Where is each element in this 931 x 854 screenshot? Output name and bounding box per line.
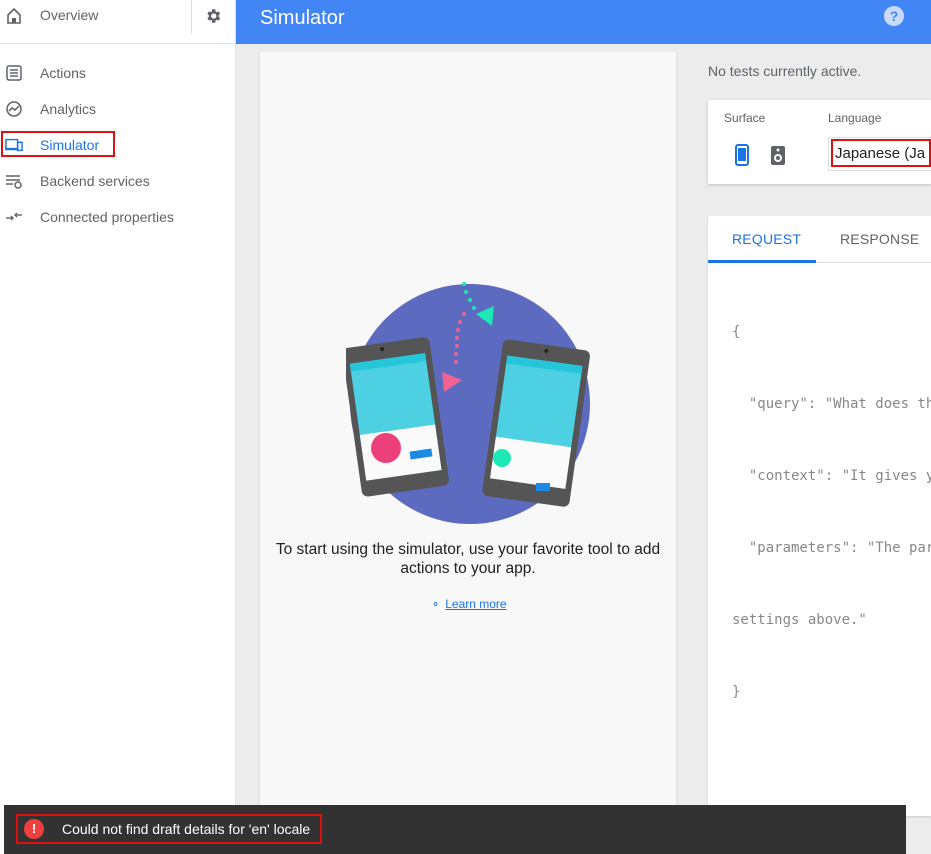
code-line: "parameters": "The par — [732, 540, 931, 556]
learn-more-label[interactable]: Learn more — [445, 597, 506, 611]
sidebar-item-analytics[interactable]: Analytics — [0, 96, 236, 122]
lightbulb-icon: ⚬ — [431, 599, 441, 611]
sidebar: Overview Actions Analytics Simulator Bac… — [0, 0, 236, 854]
connect-arrows-icon — [6, 212, 22, 221]
sidebar-item-connected-properties[interactable]: Connected properties — [0, 204, 236, 230]
request-code-block: { "query": "What does th "context": "It … — [732, 272, 931, 752]
test-status-text: No tests currently active. — [708, 63, 862, 79]
analytics-icon — [6, 101, 22, 117]
active-tab-indicator — [708, 260, 816, 263]
sidebar-item-label: Actions — [40, 65, 86, 81]
sidebar-item-overview[interactable]: Overview — [40, 7, 98, 23]
top-bar: Simulator ? — [236, 0, 931, 44]
sidebar-item-label: Analytics — [40, 101, 97, 117]
request-response-panel: REQUEST RESPONSE { "query": "What does t… — [708, 216, 931, 816]
settings-list-icon — [6, 175, 22, 189]
empty-state-message: To start using the simulator, use your f… — [275, 541, 661, 577]
sidebar-item-label: Backend services — [40, 173, 150, 189]
divider — [191, 0, 192, 34]
language-label: Language — [828, 111, 882, 125]
phones-illustration — [346, 282, 590, 524]
help-icon[interactable]: ? — [884, 6, 904, 26]
sidebar-item-backend-services[interactable]: Backend services — [0, 168, 236, 194]
highlight-box — [1, 131, 115, 157]
code-line: "context": "It gives y — [732, 468, 931, 484]
tab-response[interactable]: RESPONSE — [840, 231, 919, 247]
code-line: settings above." — [732, 612, 867, 628]
request-response-tabs: REQUEST RESPONSE — [708, 216, 931, 263]
speaker-surface-icon[interactable] — [770, 145, 786, 166]
code-line: } — [732, 684, 741, 700]
code-line: "query": "What does th — [732, 396, 931, 412]
home-icon — [7, 7, 21, 24]
tab-request[interactable]: REQUEST — [732, 231, 801, 247]
phone-surface-icon[interactable] — [735, 144, 749, 166]
sidebar-top: Overview — [0, 0, 235, 44]
highlight-box — [16, 814, 322, 844]
sidebar-item-actions[interactable]: Actions — [0, 60, 236, 86]
learn-more-link[interactable]: ⚬ Learn more — [431, 597, 507, 611]
list-icon — [6, 65, 22, 81]
surface-label: Surface — [724, 111, 766, 125]
code-line: { — [732, 324, 741, 340]
sidebar-item-label: Connected properties — [40, 209, 174, 225]
gear-icon[interactable] — [204, 7, 222, 25]
highlight-box — [831, 139, 931, 167]
page-title: Simulator — [260, 7, 345, 29]
simulator-display-panel: To start using the simulator, use your f… — [260, 52, 676, 812]
